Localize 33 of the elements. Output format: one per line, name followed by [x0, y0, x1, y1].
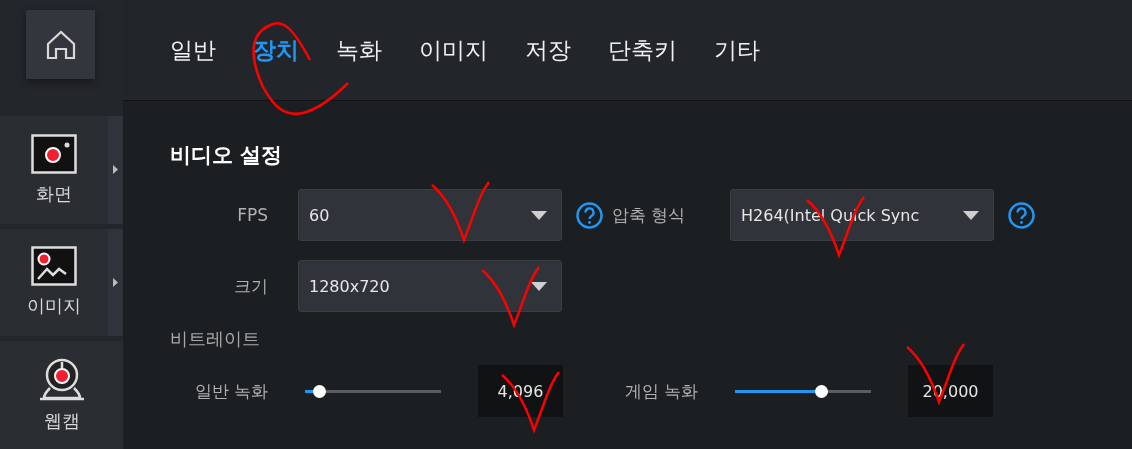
caret-icon	[531, 281, 547, 291]
slider-fill	[305, 389, 313, 393]
slider-label: 게임 녹화	[623, 379, 698, 403]
check-mark	[481, 266, 541, 327]
check-mark	[431, 181, 491, 242]
caret-icon	[963, 210, 979, 220]
triangle-right-icon	[113, 165, 118, 175]
slider-thumb[interactable]	[312, 384, 326, 398]
tab[interactable]: 이미지	[419, 34, 488, 66]
tab[interactable]: 단축키	[608, 34, 677, 66]
slider-label: 일반 녹화	[193, 379, 268, 403]
field-label: FPS	[236, 205, 268, 225]
tab[interactable]: 녹화	[336, 34, 382, 66]
help-icon[interactable]	[576, 201, 603, 229]
field-label: 압축 형식	[612, 203, 687, 227]
sidebar-item[interactable]: 웹캠	[0, 341, 123, 449]
dropdown[interactable]: 1280x720	[298, 260, 562, 312]
triangle-right-icon	[113, 277, 118, 287]
caret-icon	[531, 210, 547, 220]
home-button[interactable]	[26, 10, 95, 79]
field-label: 크기	[233, 274, 268, 298]
subsection-title: 비트레이트	[170, 327, 261, 351]
slider-thumb[interactable]	[814, 384, 828, 398]
tab[interactable]: 기타	[714, 34, 760, 66]
record-screen-icon	[31, 133, 77, 174]
section-title: 비디오 설정	[170, 142, 284, 169]
tab[interactable]: 저장	[525, 34, 571, 66]
dropdown[interactable]: 60	[298, 189, 562, 241]
help-icon[interactable]	[1008, 201, 1035, 229]
image-icon	[31, 246, 77, 287]
home-icon	[44, 28, 77, 61]
tab[interactable]: 일반	[170, 34, 216, 66]
webcam-icon	[37, 357, 86, 402]
